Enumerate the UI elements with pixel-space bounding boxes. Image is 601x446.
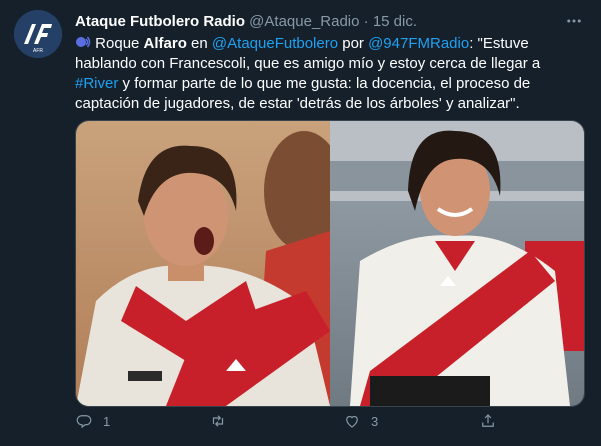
like-icon: [346, 415, 358, 428]
header-separator: ·: [363, 13, 369, 30]
reply-button[interactable]: 1: [75, 412, 110, 430]
author-handle[interactable]: @Ataque_Radio: [249, 13, 359, 30]
tweet-date[interactable]: 15 dic.: [373, 13, 417, 30]
reply-count: 1: [103, 413, 111, 429]
avatar[interactable]: AFR: [14, 10, 62, 58]
share-icon: [482, 414, 494, 427]
retweet-icon: [212, 415, 224, 427]
player-photo-right: [330, 121, 584, 406]
tweet-media[interactable]: [75, 120, 585, 407]
avatar-logo: AFR: [14, 10, 62, 58]
tweet-text: Roque Alfaro en @AtaqueFutbolero por @94…: [75, 34, 587, 114]
tweet-header: Ataque Futbolero Radio @Ataque_Radio · 1…: [75, 12, 417, 32]
text-part: Roque: [95, 35, 144, 52]
like-button[interactable]: 3: [343, 412, 378, 430]
text-part: y formar parte de lo que me gusta: la do…: [75, 75, 531, 112]
speaker-emoji-icon: [75, 35, 91, 49]
text-part: por: [338, 35, 369, 52]
mention-link[interactable]: @947FMRadio: [368, 35, 469, 52]
tweet-card[interactable]: AFR Ataque Futbolero Radio @Ataque_Radio…: [0, 0, 601, 446]
retweet-button[interactable]: [209, 412, 237, 430]
hashtag-link[interactable]: #River: [75, 75, 118, 92]
tweet-actions: 1 3: [75, 412, 505, 438]
author-name[interactable]: Ataque Futbolero Radio: [75, 13, 245, 30]
player-photo-left: [76, 121, 330, 406]
text-part: en: [186, 35, 212, 52]
more-icon[interactable]: [565, 12, 583, 35]
share-button[interactable]: [479, 412, 497, 430]
reply-icon: [76, 415, 92, 429]
text-bold-name: Alfaro: [143, 35, 187, 52]
photo-right[interactable]: [330, 121, 584, 406]
avatar-text: AFR: [33, 48, 43, 54]
photo-left[interactable]: [76, 121, 330, 406]
mention-link[interactable]: @AtaqueFutbolero: [212, 35, 338, 52]
like-count: 3: [371, 413, 379, 429]
